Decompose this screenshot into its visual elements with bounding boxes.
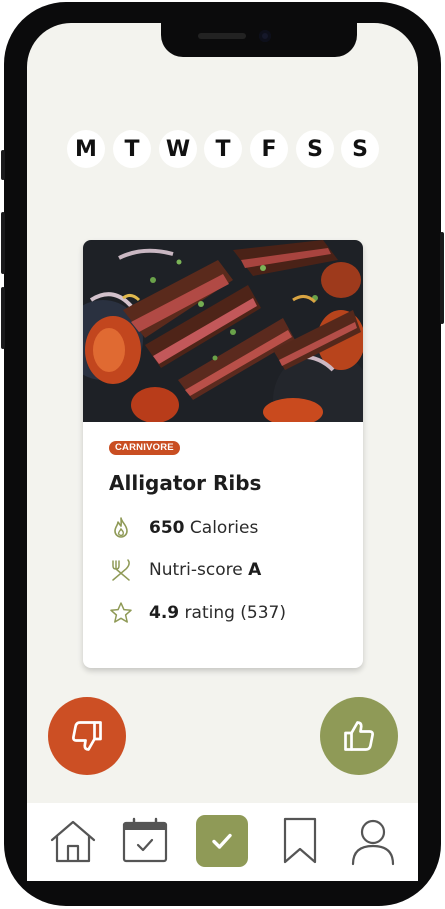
nav-profile[interactable] bbox=[347, 815, 399, 867]
front-camera bbox=[259, 30, 271, 42]
thumbs-down-icon bbox=[72, 721, 102, 751]
volume-up-button bbox=[1, 212, 5, 274]
nav-saved[interactable] bbox=[274, 815, 326, 867]
day-friday[interactable]: F bbox=[250, 130, 288, 168]
week-day-selector: M T W T F S S bbox=[67, 130, 382, 168]
volume-down-button bbox=[1, 287, 5, 349]
home-icon bbox=[50, 820, 96, 863]
fork-knife-icon bbox=[112, 559, 130, 581]
diet-tag: CARNIVORE bbox=[109, 441, 180, 455]
day-tuesday[interactable]: T bbox=[113, 130, 151, 168]
bottom-nav bbox=[27, 803, 418, 881]
nutri-score-row: Nutri-score A bbox=[109, 558, 261, 582]
like-button[interactable] bbox=[320, 697, 398, 775]
recipe-card[interactable]: CARNIVORE Alligator Ribs 650 Calories Nu… bbox=[83, 240, 363, 668]
bookmark-icon bbox=[283, 817, 317, 864]
nav-home[interactable] bbox=[47, 815, 99, 867]
rating-text: 4.9 rating (537) bbox=[149, 603, 286, 623]
nav-calendar[interactable] bbox=[119, 815, 171, 867]
thumbs-up-icon bbox=[344, 721, 374, 751]
rating-value: 4.9 bbox=[149, 603, 180, 623]
nutri-score-label: Nutri-score bbox=[149, 560, 243, 580]
calendar-check-icon bbox=[122, 817, 168, 863]
day-thursday[interactable]: T bbox=[204, 130, 242, 168]
calories-label: Calories bbox=[189, 518, 259, 538]
calories-row: 650 Calories bbox=[109, 516, 258, 540]
power-button bbox=[440, 232, 444, 324]
star-icon bbox=[110, 602, 132, 623]
day-saturday[interactable]: S bbox=[296, 130, 334, 168]
rating-row: 4.9 rating (537) bbox=[109, 601, 286, 625]
day-sunday[interactable]: S bbox=[341, 130, 379, 168]
day-monday[interactable]: M bbox=[67, 130, 105, 168]
flame-icon bbox=[114, 517, 128, 538]
recipe-title: Alligator Ribs bbox=[109, 471, 262, 495]
notch bbox=[161, 23, 357, 57]
dislike-button[interactable] bbox=[48, 697, 126, 775]
check-icon bbox=[212, 833, 232, 849]
recipe-photo bbox=[83, 240, 363, 422]
nav-today[interactable] bbox=[196, 815, 248, 867]
day-wednesday[interactable]: W bbox=[159, 130, 197, 168]
nutri-score-value: A bbox=[248, 560, 262, 580]
calories-value: 650 bbox=[149, 518, 185, 538]
speaker-grille bbox=[198, 33, 246, 39]
rating-label: rating (537) bbox=[184, 603, 287, 623]
nutri-score-text: Nutri-score A bbox=[149, 560, 261, 580]
user-icon bbox=[351, 819, 395, 866]
mute-switch bbox=[1, 150, 5, 180]
calories-text: 650 Calories bbox=[149, 518, 258, 538]
